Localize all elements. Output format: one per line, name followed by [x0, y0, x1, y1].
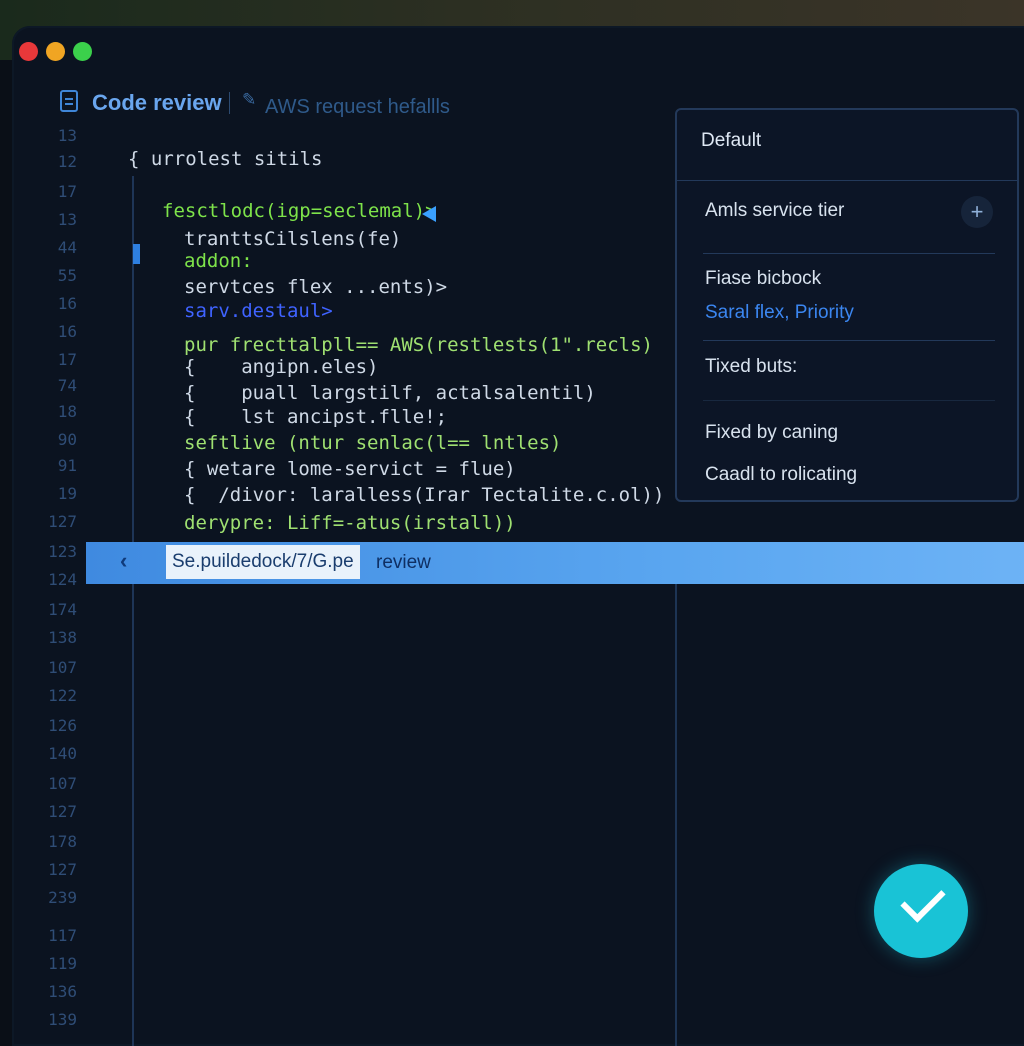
- line-number: 127: [48, 802, 77, 821]
- line-number: 117: [48, 926, 77, 945]
- code-line: pur frecttalpll== AWS(restlests(1".recls…: [184, 334, 653, 356]
- play-icon[interactable]: [422, 206, 436, 222]
- settings-dropdown-panel: Default Amls service tier + Fiase bicboc…: [675, 108, 1019, 502]
- code-line: { puall largstilf, actalsalentil): [184, 382, 596, 404]
- code-line: { urrolest sitils: [128, 148, 323, 170]
- line-number: 12: [57, 152, 77, 171]
- fixed-option[interactable]: Fixed by caning: [705, 422, 838, 444]
- line-number: 123: [48, 542, 77, 561]
- maximize-window-button[interactable]: [73, 42, 92, 61]
- divider: [677, 180, 1017, 181]
- line-number: 178: [48, 832, 77, 851]
- code-line: seftlive (ntur senlac(l== lntles): [184, 432, 562, 454]
- divider: [703, 253, 995, 254]
- plus-icon[interactable]: +: [961, 196, 993, 228]
- line-number: 17: [57, 182, 77, 201]
- line-number: 90: [57, 430, 77, 449]
- path-suffix-label: review: [376, 552, 431, 573]
- line-number: 122: [48, 686, 77, 705]
- code-line: { wetare lome-servict = flue): [184, 458, 516, 480]
- minimize-window-button[interactable]: [46, 42, 65, 61]
- tixed-label[interactable]: Tixed buts:: [705, 356, 797, 378]
- line-number: 239: [48, 888, 77, 907]
- close-window-button[interactable]: [19, 42, 38, 61]
- priority-link[interactable]: Saral flex, Priority: [705, 302, 854, 324]
- chevron-left-icon[interactable]: ‹: [120, 548, 127, 574]
- code-line: derypre: Liff=-atus(irstall)): [184, 512, 516, 534]
- title-separator: [229, 92, 230, 114]
- code-line: tranttsCilslens(fe): [184, 228, 402, 250]
- line-number: 174: [48, 600, 77, 619]
- service-tier-label[interactable]: Amls service tier: [705, 200, 844, 222]
- fiase-label: Fiase bicbock: [705, 268, 822, 289]
- pencil-icon[interactable]: ✎: [242, 90, 256, 110]
- line-number: 74: [57, 376, 77, 395]
- cursor-marker: [133, 244, 140, 264]
- line-number: 19: [57, 484, 77, 503]
- divider: [703, 400, 995, 401]
- code-line: { lst ancipst.flle!;: [184, 406, 448, 428]
- line-number: 136: [48, 982, 77, 1001]
- line-number: 17: [57, 350, 77, 369]
- line-number: 127: [48, 512, 77, 531]
- window-title: Code review: [92, 90, 222, 115]
- line-number: 55: [57, 266, 77, 285]
- line-number: 119: [48, 954, 77, 973]
- code-line: fesctlodc(igp=seclemal)>: [162, 200, 437, 222]
- line-number: 127: [48, 860, 77, 879]
- line-number: 91: [57, 456, 77, 475]
- line-number: 18: [57, 402, 77, 421]
- dropdown-header[interactable]: Default: [701, 130, 761, 152]
- pane-divider[interactable]: [675, 584, 677, 1046]
- code-line: { angipn.eles): [184, 356, 379, 378]
- line-number: 44: [57, 238, 77, 257]
- path-input[interactable]: Se.puildedock/7/G.pe: [166, 545, 360, 579]
- line-number: 107: [48, 774, 77, 793]
- app-window: Code review ✎ AWS request hefallls 13 12…: [12, 26, 1024, 1046]
- breadcrumb[interactable]: AWS request hefallls: [265, 96, 450, 119]
- code-line: sarv.destaul>: [184, 300, 333, 322]
- line-number: 16: [57, 294, 77, 313]
- line-number: 139: [48, 1010, 77, 1029]
- code-line: servtces flex ...ents)>: [184, 276, 448, 298]
- code-line: { /divor: laralless(Irar Tectalite.c.ol)…: [184, 484, 665, 506]
- doc-icon: [60, 90, 78, 112]
- line-number: 124: [48, 570, 77, 589]
- line-number: 13: [57, 210, 77, 229]
- code-line: addon:: [184, 250, 253, 272]
- line-number: 138: [48, 628, 77, 647]
- indent-guide: [132, 176, 134, 1046]
- line-number: 107: [48, 658, 77, 677]
- line-number-gutter: 13 12 17 13 44 55 16 16 17 74 18 90 91 1…: [12, 126, 87, 1046]
- line-number: 140: [48, 744, 77, 763]
- confirm-button[interactable]: [874, 864, 968, 958]
- check-icon: [900, 877, 946, 923]
- caadl-option[interactable]: Caadl to rolicating: [705, 464, 857, 486]
- line-number: 13: [57, 126, 77, 145]
- line-number: 16: [57, 322, 77, 341]
- line-number: 126: [48, 716, 77, 735]
- divider: [703, 340, 995, 341]
